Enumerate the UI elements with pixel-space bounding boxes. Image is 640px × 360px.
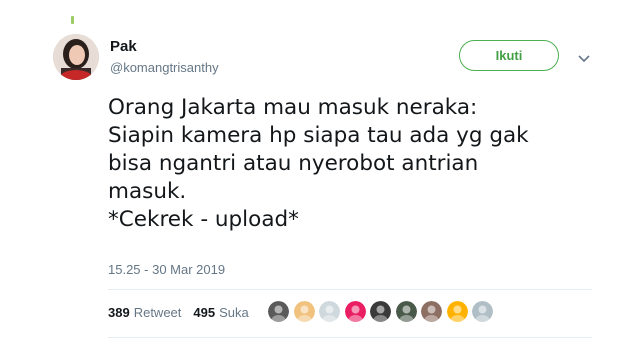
liker-avatar-2[interactable] bbox=[293, 301, 315, 322]
tweet-stats: 389 Retweet 495 Suka bbox=[108, 305, 249, 320]
liker-avatar-1[interactable] bbox=[268, 301, 289, 322]
liker-avatars bbox=[268, 301, 498, 322]
author-handle[interactable]: @komangtrisanthy bbox=[110, 60, 219, 75]
follow-button[interactable]: Ikuti bbox=[459, 40, 559, 71]
chevron-down-icon[interactable] bbox=[576, 50, 592, 63]
tweet-text-line: bisa ngantri atau nyerobot antrian bbox=[108, 151, 479, 176]
tweet-timestamp[interactable]: 15.25 - 30 Mar 2019 bbox=[108, 262, 225, 277]
liker-avatar-5[interactable] bbox=[370, 301, 391, 322]
retweet-label: Retweet bbox=[133, 305, 182, 320]
divider bbox=[108, 289, 592, 290]
tweet-text-line: Orang Jakarta mau masuk neraka: bbox=[108, 95, 478, 120]
liker-avatar-7[interactable] bbox=[421, 301, 442, 322]
like-label: Suka bbox=[219, 305, 249, 320]
tweet-text: Orang Jakarta mau masuk neraka: Siapin k… bbox=[108, 94, 628, 234]
thread-indicator bbox=[71, 16, 74, 24]
liker-avatar-9[interactable] bbox=[472, 301, 493, 322]
like-count-value: 495 bbox=[193, 305, 216, 320]
liker-avatar-4[interactable] bbox=[344, 301, 366, 322]
author-avatar[interactable] bbox=[53, 34, 99, 80]
like-count[interactable]: 495 Suka bbox=[193, 305, 248, 320]
tweet-card: Pak @komangtrisanthy Ikuti Orang Jakarta… bbox=[0, 0, 640, 360]
divider bbox=[108, 337, 592, 338]
retweet-count[interactable]: 389 Retweet bbox=[108, 305, 181, 320]
liker-avatar-8[interactable] bbox=[446, 301, 468, 322]
tweet-text-line: *Cekrek - upload* bbox=[108, 207, 299, 232]
retweet-count-value: 389 bbox=[108, 305, 130, 320]
liker-avatar-6[interactable] bbox=[395, 301, 417, 322]
tweet-text-line: Siapin kamera hp siapa tau ada yg gak bbox=[108, 123, 529, 148]
author-name[interactable]: Pak bbox=[110, 38, 137, 55]
liker-avatar-3[interactable] bbox=[319, 301, 340, 322]
tweet-text-line: masuk. bbox=[108, 179, 187, 204]
